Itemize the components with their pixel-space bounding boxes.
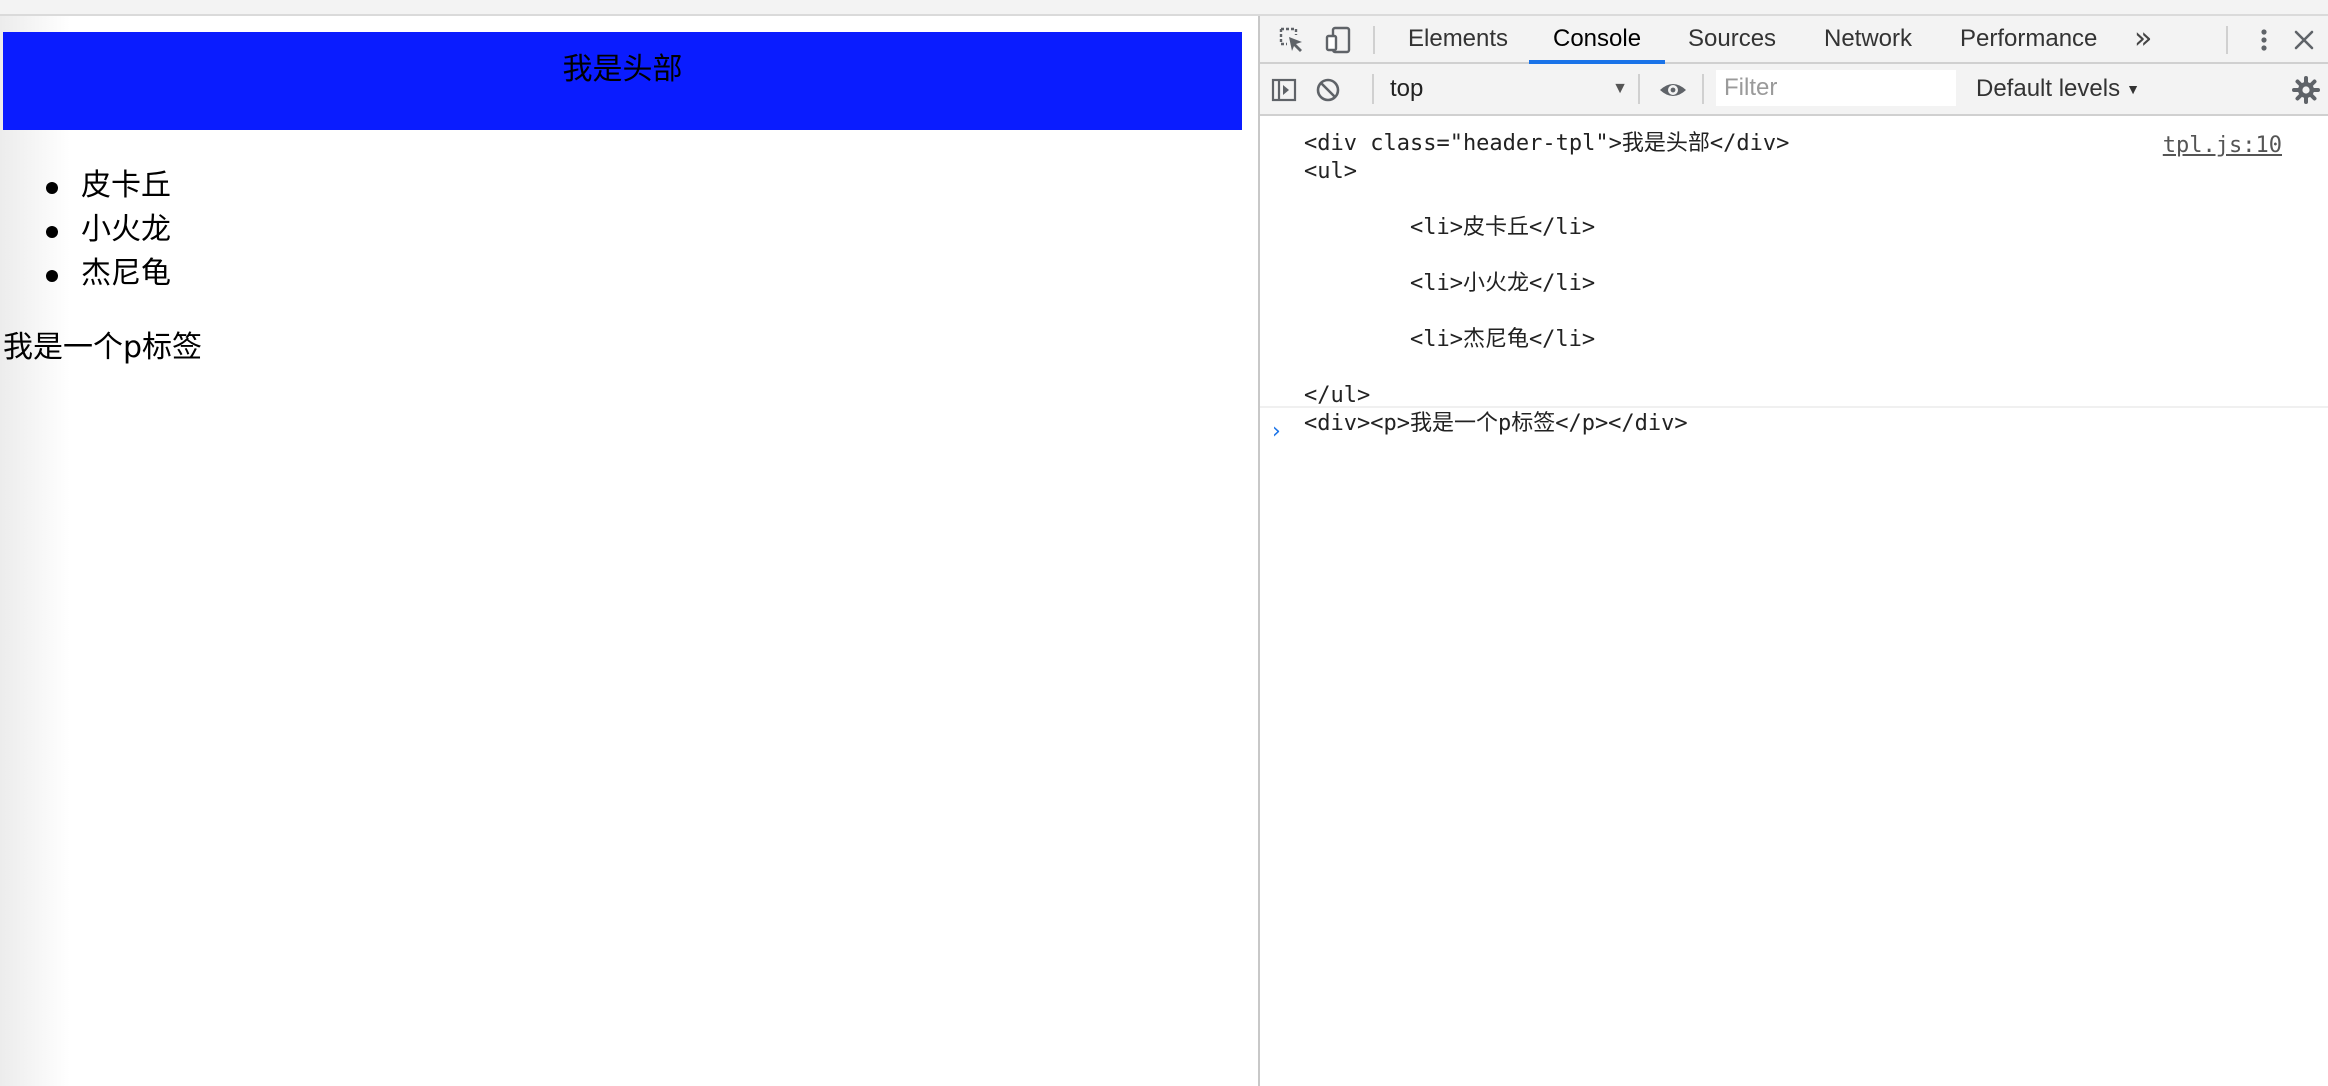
tab-performance[interactable]: Performance bbox=[1960, 16, 2097, 62]
tab-console[interactable]: Console bbox=[1528, 16, 1666, 64]
console-message: <div class="header-tpl">我是头部</div> <ul> … bbox=[1260, 116, 2328, 436]
header-tpl: 我是头部 bbox=[3, 32, 1242, 130]
toolbar-separator bbox=[1702, 74, 1704, 104]
devtools-panel: Elements Console Sources Network Perform… bbox=[1258, 16, 2328, 1086]
bullet-icon bbox=[46, 226, 58, 238]
header-text: 我是头部 bbox=[562, 52, 683, 87]
toolbar-separator bbox=[1372, 74, 1374, 104]
bullet-icon bbox=[46, 270, 58, 282]
list-item-text: 皮卡丘 bbox=[81, 168, 171, 203]
log-levels-dropdown[interactable]: Default levels ▼ bbox=[1976, 72, 2140, 106]
tab-sources[interactable]: Sources bbox=[1688, 16, 1776, 62]
browser-top-strip bbox=[0, 0, 2328, 16]
settings-gear-icon[interactable] bbox=[2292, 76, 2320, 104]
console-line: </ul> bbox=[1304, 383, 1371, 408]
eye-icon[interactable] bbox=[1658, 76, 1686, 104]
console-line: <li>小火龙</li> bbox=[1304, 271, 1596, 296]
kebab-menu-icon[interactable] bbox=[2250, 26, 2278, 54]
paragraph: 我是一个p标签 bbox=[3, 330, 203, 365]
console-prompt-icon[interactable]: › bbox=[1272, 418, 1281, 446]
console-line: <ul> bbox=[1304, 159, 1357, 184]
console-line: <li>杰尼龟</li> bbox=[1304, 327, 1596, 352]
context-value: top bbox=[1390, 75, 1424, 102]
toolbar-separator bbox=[2226, 26, 2228, 54]
console-line: <li>皮卡丘</li> bbox=[1304, 215, 1596, 240]
tab-elements[interactable]: Elements bbox=[1408, 16, 1508, 62]
log-levels-label: Default levels bbox=[1976, 75, 2121, 102]
source-link[interactable]: tpl.js:10 bbox=[2163, 132, 2282, 160]
clear-console-icon[interactable] bbox=[1314, 76, 1342, 104]
console-message-text: <div class="header-tpl">我是头部</div> <ul> … bbox=[1304, 130, 1789, 438]
tab-network[interactable]: Network bbox=[1824, 16, 1912, 62]
context-selector[interactable]: top ▼ bbox=[1390, 72, 1628, 106]
list-item: 皮卡丘 bbox=[0, 164, 171, 208]
inspect-icon[interactable] bbox=[1278, 26, 1306, 54]
pokemon-list: 皮卡丘 小火龙 杰尼龟 bbox=[0, 164, 171, 296]
console-line: <div><p>我是一个p标签</p></div> bbox=[1304, 411, 1688, 436]
console-output: <div class="header-tpl">我是头部</div> <ul> … bbox=[1260, 116, 2328, 444]
list-item-text: 小火龙 bbox=[81, 212, 171, 247]
list-item: 小火龙 bbox=[0, 208, 171, 252]
toolbar-separator bbox=[1373, 26, 1375, 54]
page-viewport: 我是头部 皮卡丘 小火龙 杰尼龟 我是一个p标签 bbox=[0, 16, 1258, 1086]
more-tabs-icon[interactable]: » bbox=[2134, 16, 2152, 62]
list-item-text: 杰尼龟 bbox=[81, 256, 171, 291]
sidebar-toggle-icon[interactable] bbox=[1270, 76, 1298, 104]
list-item: 杰尼龟 bbox=[0, 252, 171, 296]
bullet-icon bbox=[46, 182, 58, 194]
device-toolbar-icon[interactable] bbox=[1324, 26, 1352, 54]
console-toolbar: top ▼ Default levels ▼ bbox=[1260, 64, 2328, 116]
devtools-tabbar: Elements Console Sources Network Perform… bbox=[1260, 16, 2328, 64]
dropdown-arrow-icon: ▼ bbox=[2126, 81, 2140, 97]
console-line: <div class="header-tpl">我是头部</div> bbox=[1304, 131, 1790, 156]
dropdown-arrow-icon: ▼ bbox=[1612, 80, 1628, 97]
filter-input[interactable] bbox=[1716, 70, 1956, 106]
toolbar-separator bbox=[1638, 74, 1640, 104]
close-icon[interactable] bbox=[2290, 26, 2318, 54]
